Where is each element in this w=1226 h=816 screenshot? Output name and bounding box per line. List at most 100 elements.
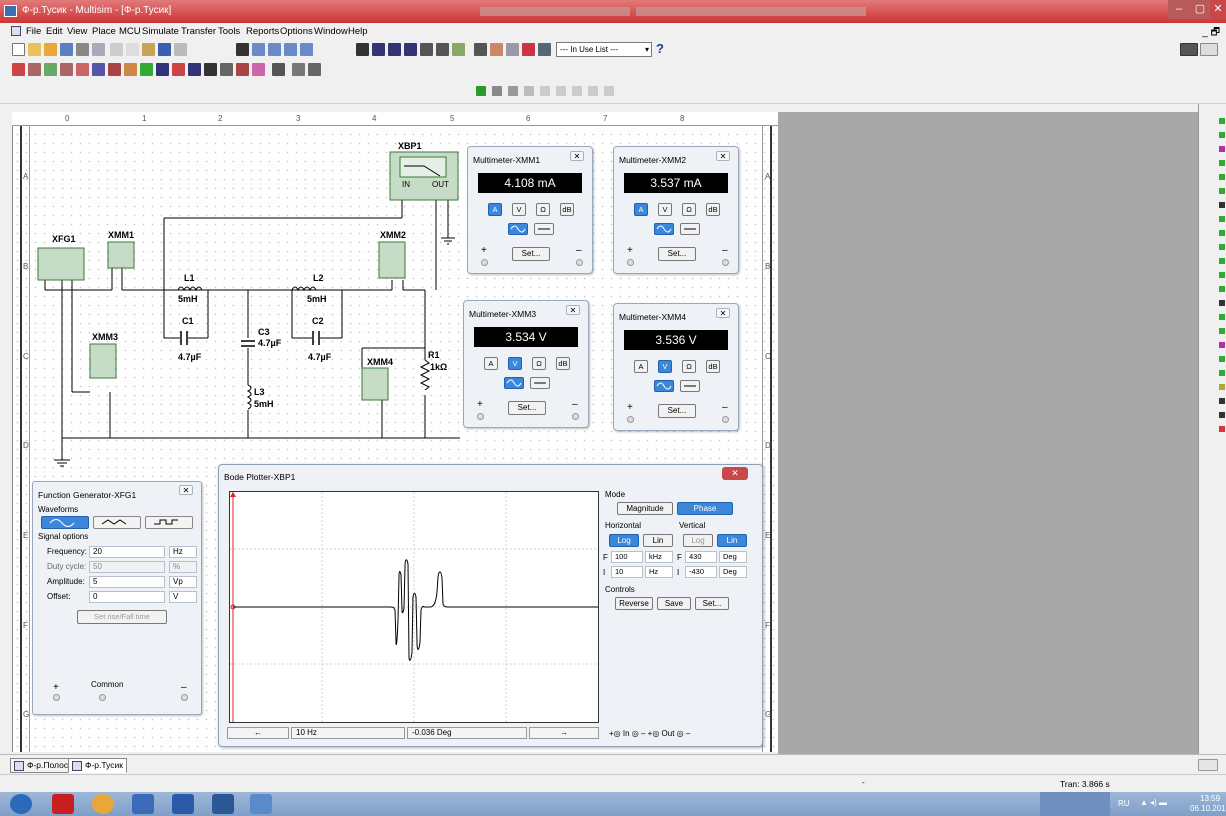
multisim-taskbar-icon[interactable] (250, 794, 272, 814)
menu-transfer[interactable]: Transfer (181, 26, 216, 37)
wattmeter-tool-icon[interactable] (1219, 146, 1225, 152)
menu-view[interactable]: View (67, 26, 87, 37)
paste-icon[interactable] (142, 43, 155, 56)
zoom-area-icon[interactable] (284, 43, 297, 56)
bode-plotter-panel[interactable]: Bode Plotter-XBP1 ✕ Mode Magnitude Phase… (218, 464, 763, 747)
frequency-input[interactable]: 20 (89, 546, 165, 558)
v-final-input[interactable]: 430 (685, 551, 717, 563)
voltmeter-button[interactable]: V (508, 357, 522, 370)
phase-button[interactable]: Phase (677, 502, 733, 515)
bode-plot-area[interactable] (229, 491, 599, 723)
current-probe-tool-icon[interactable] (1219, 412, 1225, 418)
ultiboard-icon[interactable] (522, 43, 535, 56)
menu-window[interactable]: Window (314, 26, 348, 37)
menu-reports[interactable]: Reports (246, 26, 279, 37)
tray-icons[interactable]: ▲ ◂) ▬ (1140, 798, 1167, 807)
view-toggle-2-icon[interactable] (1200, 43, 1218, 56)
view-toggle-icon[interactable] (1180, 43, 1198, 56)
database-icon[interactable] (388, 43, 401, 56)
set-button[interactable]: Set... (695, 597, 729, 610)
logic-converter-tool-icon[interactable] (1219, 230, 1225, 236)
place-ttl-icon[interactable] (92, 63, 105, 76)
place-ni-icon[interactable] (252, 63, 265, 76)
menu-help[interactable]: Help (348, 26, 368, 37)
dc-mode-button[interactable] (680, 223, 700, 235)
document-icon[interactable] (11, 26, 21, 36)
ac-mode-button[interactable] (654, 223, 674, 235)
cursor-left-button[interactable]: ← (227, 727, 289, 739)
ammeter-button[interactable]: A (634, 360, 648, 373)
frequency-counter-tool-icon[interactable] (1219, 202, 1225, 208)
step-icon[interactable] (540, 86, 550, 96)
horizontal-lin-button[interactable]: Lin (643, 534, 673, 547)
v-initial-unit[interactable]: Deg (719, 566, 747, 578)
menu-tools[interactable]: Tools (218, 26, 240, 37)
save-app-icon[interactable] (172, 794, 194, 814)
undo-icon[interactable] (158, 43, 171, 56)
multimeter-tool-icon[interactable] (1219, 118, 1225, 124)
agilent-multimeter-tool-icon[interactable] (1219, 328, 1225, 334)
ni-elvis-tool-icon[interactable] (1219, 398, 1225, 404)
db-button[interactable]: dB (556, 357, 570, 370)
place-mcu-icon[interactable] (272, 63, 285, 76)
agilent-generator-tool-icon[interactable] (1219, 314, 1225, 320)
set-rise-fall-time-button[interactable]: Set rise/Fall time (77, 610, 167, 624)
logic-analyzer-tool-icon[interactable] (1219, 244, 1225, 250)
search-icon[interactable] (356, 43, 369, 56)
frequency-unit[interactable]: Hz (169, 546, 197, 558)
menu-options[interactable]: Options (280, 26, 313, 37)
vertical-log-button[interactable]: Log (683, 534, 713, 547)
place-misc-icon[interactable] (188, 63, 201, 76)
hierarchical-block-icon[interactable] (292, 63, 305, 76)
db-button[interactable]: dB (560, 203, 574, 216)
ammeter-button[interactable]: A (484, 357, 498, 370)
run-icon[interactable] (476, 86, 486, 96)
place-electromechanical-icon[interactable] (236, 63, 249, 76)
pause-icon[interactable] (492, 86, 502, 96)
menu-simulate[interactable]: Simulate (142, 26, 179, 37)
h-initial-input[interactable]: 10 (611, 566, 643, 578)
multimeter-xmm3-panel[interactable]: Multimeter-XMM3 ✕ 3.534 V A V Ω dB Set..… (463, 300, 589, 428)
horizontal-log-button[interactable]: Log (609, 534, 639, 547)
offset-unit[interactable]: V (169, 591, 197, 603)
place-rf-icon[interactable] (220, 63, 233, 76)
help-icon[interactable]: ? (656, 41, 664, 56)
place-advanced-icon[interactable] (204, 63, 217, 76)
function-generator-tool-icon[interactable] (1219, 132, 1225, 138)
spreadsheet-icon[interactable] (372, 43, 385, 56)
place-misc-digital-icon[interactable] (124, 63, 137, 76)
voltmeter-button[interactable]: V (512, 203, 526, 216)
in-use-list-dropdown[interactable]: --- In Use List --- ▾ (556, 42, 652, 57)
magnitude-button[interactable]: Magnitude (617, 502, 673, 515)
minus-terminal[interactable] (722, 416, 729, 423)
clock[interactable]: 13:59 06.10.2018 (1190, 794, 1226, 814)
db-button[interactable]: dB (706, 360, 720, 373)
cursor-handle-icon[interactable] (230, 492, 236, 497)
set-button[interactable]: Set... (658, 247, 696, 261)
oscilloscope-tool-icon[interactable] (1219, 160, 1225, 166)
tab-filter-tusik[interactable]: Ф-р.Тусик (68, 758, 127, 773)
network-analyzer-tool-icon[interactable] (1219, 300, 1225, 306)
v-final-unit[interactable]: Deg (719, 551, 747, 563)
place-indicator-icon[interactable] (156, 63, 169, 76)
ohmmeter-button[interactable]: Ω (682, 360, 696, 373)
agilent-scope-tool-icon[interactable] (1219, 342, 1225, 348)
labview-tool-icon[interactable] (1219, 384, 1225, 390)
menu-mcu[interactable]: MCU (119, 26, 141, 37)
ac-mode-button[interactable] (654, 380, 674, 392)
iv-analyzer-tool-icon[interactable] (1219, 258, 1225, 264)
dc-mode-button[interactable] (534, 223, 554, 235)
breakpoint-icon[interactable] (604, 86, 614, 96)
ohmmeter-button[interactable]: Ω (536, 203, 550, 216)
multimeter-xmm4-panel[interactable]: Multimeter-XMM4 ✕ 3.536 V A V Ω dB Set..… (613, 303, 739, 431)
zoom-in-icon[interactable] (252, 43, 265, 56)
start-button-icon[interactable] (10, 794, 32, 814)
postprocessor-icon[interactable] (420, 43, 433, 56)
h-final-input[interactable]: 100 (611, 551, 643, 563)
vertical-lin-button[interactable]: Lin (717, 534, 747, 547)
set-button[interactable]: Set... (658, 404, 696, 418)
cursor-right-button[interactable]: → (529, 727, 599, 739)
plus-terminal[interactable] (627, 259, 634, 266)
place-power-icon[interactable] (172, 63, 185, 76)
electrical-rules-icon[interactable] (436, 43, 449, 56)
